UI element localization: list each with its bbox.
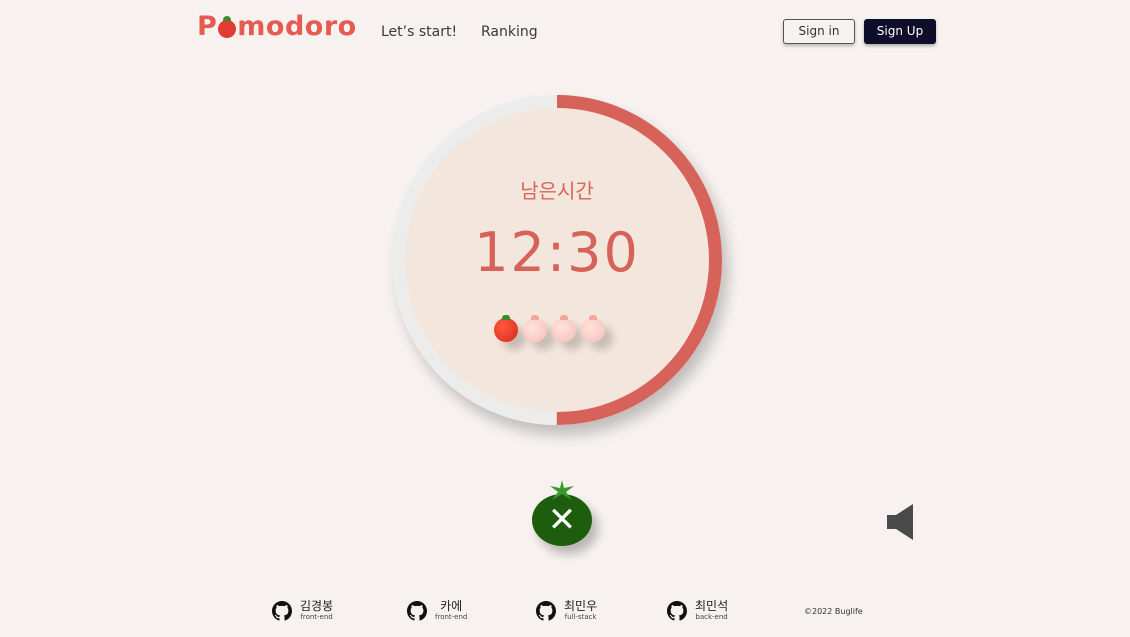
logo[interactable]: P modoro	[197, 11, 357, 42]
sign-up-button[interactable]: Sign Up	[864, 19, 936, 44]
logo-prefix: P	[197, 11, 218, 42]
sign-in-button[interactable]: Sign in	[783, 19, 855, 44]
stop-button[interactable]: ✕	[530, 480, 594, 550]
footer-member-4[interactable]: 최민석 back-end	[667, 598, 728, 624]
github-icon	[407, 601, 427, 621]
tomato-filled-icon	[494, 315, 518, 342]
tomato-icon	[218, 15, 237, 38]
logo-suffix: modoro	[237, 11, 357, 42]
member-role: full-stack	[564, 613, 597, 621]
copyright: ©2022 Buglife	[804, 607, 863, 616]
member-name: 카에	[440, 599, 463, 613]
github-icon	[667, 601, 687, 621]
footer-member-2[interactable]: 카에 front-end	[407, 598, 467, 624]
footer-member-3[interactable]: 최민우 full-stack	[536, 598, 597, 624]
timer: 남은시간 12:30	[392, 95, 722, 425]
nav-lets-start[interactable]: Let’s start!	[381, 24, 457, 40]
member-role: back-end	[695, 613, 728, 621]
member-role: front-end	[300, 613, 333, 621]
tomato-empty-icon	[523, 315, 547, 342]
member-name: 최민석	[695, 599, 729, 613]
speaker-icon[interactable]	[886, 503, 916, 541]
member-role: front-end	[435, 613, 468, 621]
close-icon: ✕	[547, 500, 577, 540]
github-icon	[536, 601, 556, 621]
tomato-empty-icon	[552, 315, 576, 342]
github-icon	[272, 601, 292, 621]
footer-member-1[interactable]: 김경봉 front-end	[272, 598, 333, 624]
time-display: 12:30	[474, 221, 640, 284]
member-name: 김경봉	[300, 599, 334, 613]
nav-ranking[interactable]: Ranking	[481, 24, 538, 40]
remaining-time-label: 남은시간	[520, 179, 594, 203]
tomato-counter	[494, 315, 624, 346]
tomato-empty-icon	[581, 315, 605, 342]
member-name: 최민우	[564, 599, 598, 613]
